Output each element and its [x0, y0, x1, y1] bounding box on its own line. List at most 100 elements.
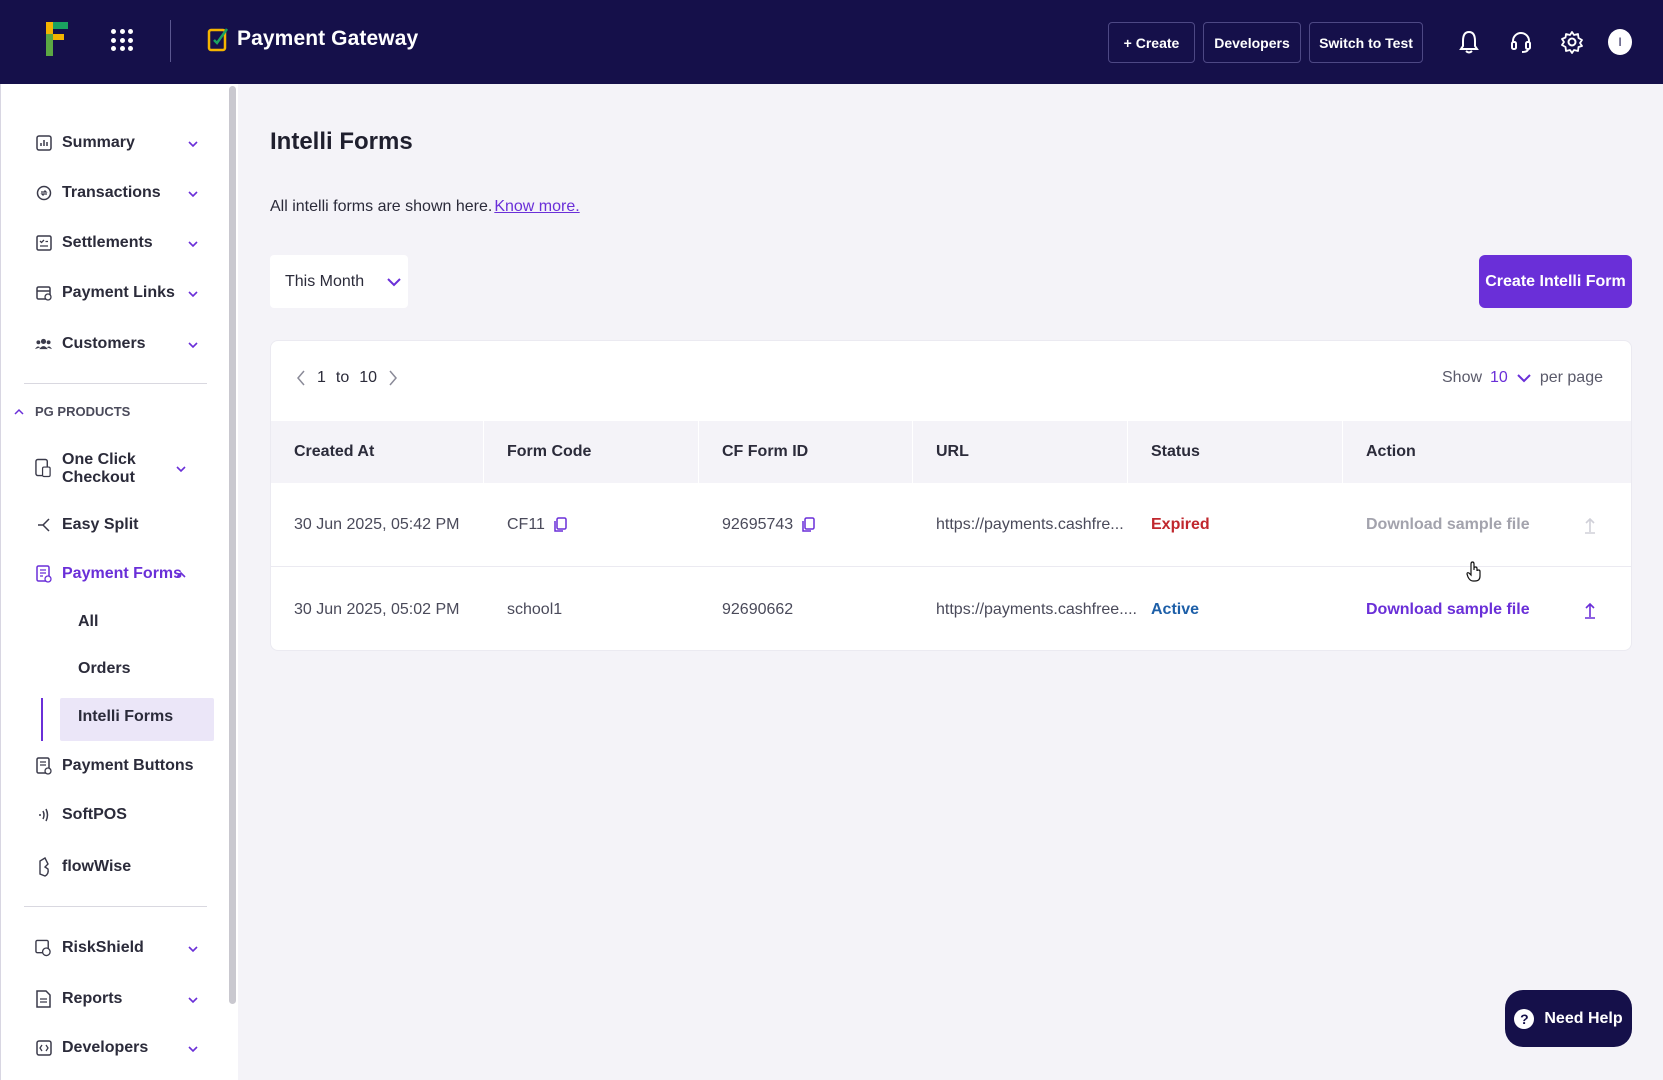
- cf-form-id-value: 92690662: [722, 601, 794, 618]
- chevron-down-icon: [1517, 374, 1531, 383]
- chevron-down-icon[interactable]: [186, 338, 200, 352]
- column-header-created-at: Created At: [271, 421, 484, 483]
- per-page-selector[interactable]: Show 10 per page: [1442, 369, 1603, 387]
- sidebar-divider: [24, 383, 207, 384]
- sidebar-item-payment-buttons[interactable]: Payment Buttons: [35, 757, 194, 775]
- sidebar-item-label: flowWise: [62, 858, 132, 875]
- subtitle-text: All intelli forms are shown here.: [270, 198, 493, 215]
- date-filter-dropdown[interactable]: This Month: [270, 255, 408, 308]
- upload-icon[interactable]: [1584, 601, 1596, 619]
- download-sample-link[interactable]: Download sample file: [1366, 516, 1584, 534]
- sidebar-item-developers[interactable]: Developers: [35, 1039, 148, 1057]
- status-badge: Expired: [1151, 515, 1210, 533]
- per-page-value: 10: [1490, 369, 1508, 386]
- chevron-up-icon[interactable]: [174, 568, 188, 582]
- developers-button[interactable]: Developers: [1203, 22, 1301, 63]
- chevron-down-icon[interactable]: [186, 1042, 200, 1056]
- pagination: 1 to 10: [295, 369, 399, 387]
- sidebar-item-label: RiskShield: [62, 939, 144, 956]
- sidebar-item-flowwise[interactable]: flowWise: [35, 857, 132, 877]
- divider: [170, 20, 171, 62]
- copy-icon[interactable]: [553, 516, 567, 533]
- column-header-status: Status: [1128, 421, 1343, 483]
- pager-to-word: to: [335, 369, 350, 386]
- chevron-down-icon[interactable]: [186, 993, 200, 1007]
- sidebar-item-softpos[interactable]: SoftPOS: [35, 806, 127, 824]
- sidebar-item-riskshield[interactable]: RiskShield: [35, 939, 144, 957]
- cell-created-at: 30 Jun 2025, 05:42 PM: [294, 515, 460, 533]
- avatar[interactable]: I: [1608, 29, 1632, 55]
- need-help-label: Need Help: [1544, 1009, 1623, 1027]
- sidebar-item-label: Payment Buttons: [62, 757, 194, 774]
- page-subtitle: All intelli forms are shown here. Know mo…: [270, 198, 580, 216]
- table-header: Created At Form Code CF Form ID URL Stat…: [271, 421, 1631, 483]
- need-help-button[interactable]: ? Need Help: [1505, 990, 1632, 1047]
- pager-to: 10: [359, 369, 378, 386]
- upload-icon[interactable]: [1584, 516, 1596, 534]
- chevron-down-icon[interactable]: [186, 237, 200, 251]
- gear-icon[interactable]: [1558, 27, 1586, 57]
- mouse-cursor-icon: [1466, 561, 1481, 582]
- chevron-down-icon[interactable]: [186, 942, 200, 956]
- transactions-icon: [35, 185, 52, 202]
- create-button[interactable]: + Create: [1108, 22, 1195, 63]
- cell-cf-form-id: 92690662: [699, 601, 913, 619]
- url-value: https://payments.cashfree....: [936, 601, 1137, 618]
- sidebar-item-reports[interactable]: Reports: [35, 990, 122, 1008]
- filter-value: This Month: [285, 272, 365, 290]
- section-pg-products[interactable]: PG PRODUCTS: [13, 404, 130, 419]
- sidebar-scrollbar[interactable]: [229, 86, 236, 1004]
- sidebar-subitem-intelli-forms[interactable]: Intelli Forms: [78, 708, 173, 726]
- customers-icon: [35, 336, 52, 353]
- sidebar-item-transactions[interactable]: Transactions: [35, 184, 161, 202]
- question-icon: ?: [1514, 1008, 1535, 1029]
- copy-icon[interactable]: [801, 516, 815, 533]
- chevron-right-icon[interactable]: [387, 369, 399, 387]
- chevron-down-icon[interactable]: [174, 462, 188, 476]
- sidebar-item-label: Summary: [62, 134, 135, 151]
- sidebar-item-label: Developers: [62, 1039, 149, 1056]
- sidebar-item-label: Easy Split: [62, 516, 139, 533]
- cell-action: Download sample file: [1343, 516, 1631, 534]
- sidebar-subitem-orders[interactable]: Orders: [78, 660, 130, 678]
- app-switcher[interactable]: Payment Gateway: [207, 26, 418, 52]
- column-header-url: URL: [913, 421, 1128, 483]
- bell-icon[interactable]: [1455, 27, 1483, 57]
- checkout-icon: [35, 458, 52, 477]
- chevron-down-icon[interactable]: [186, 137, 200, 151]
- cell-url: https://payments.cashfre...: [913, 516, 1128, 534]
- chevron-left-icon[interactable]: [295, 369, 307, 387]
- sidebar-item-payment-links[interactable]: Payment Links: [35, 284, 175, 302]
- sidebar-item-settlements[interactable]: Settlements: [35, 234, 153, 252]
- active-indicator: [41, 698, 43, 741]
- column-header-action: Action: [1366, 443, 1416, 460]
- form-code-value: school1: [507, 601, 563, 618]
- sidebar-item-customers[interactable]: Customers: [35, 335, 146, 353]
- sidebar-item-payment-forms[interactable]: Payment Forms: [35, 565, 182, 583]
- switch-to-test-button[interactable]: Switch to Test: [1309, 22, 1423, 63]
- sidebar-item-easy-split[interactable]: Easy Split: [35, 516, 138, 534]
- payment-forms-icon: [35, 565, 52, 583]
- headset-icon[interactable]: [1507, 27, 1535, 57]
- sidebar-item-summary[interactable]: Summary: [35, 134, 135, 152]
- payment-gateway-icon: [207, 28, 229, 52]
- sidebar-item-label: SoftPOS: [62, 806, 127, 823]
- forms-table: 1 to 10 Show 10 per page Created At Form…: [270, 340, 1632, 651]
- cell-form-code: CF11: [484, 516, 699, 534]
- apps-grid-icon[interactable]: [111, 29, 133, 51]
- create-intelli-form-button[interactable]: Create Intelli Form: [1479, 255, 1632, 308]
- per-page-suffix: per page: [1539, 369, 1603, 386]
- code-icon: [35, 1040, 52, 1057]
- know-more-link[interactable]: Know more.: [494, 198, 579, 215]
- payment-links-icon: [35, 285, 52, 302]
- download-sample-link[interactable]: Download sample file: [1366, 601, 1584, 619]
- chevron-down-icon[interactable]: [186, 287, 200, 301]
- chevron-down-icon[interactable]: [186, 187, 200, 201]
- settlements-icon: [35, 235, 52, 252]
- cell-url: https://payments.cashfree....: [913, 601, 1137, 619]
- cashfree-logo-icon[interactable]: [40, 20, 70, 58]
- payment-buttons-icon: [35, 757, 52, 775]
- status-badge: Active: [1151, 601, 1200, 618]
- sidebar-item-one-click-checkout[interactable]: One Click Checkout: [35, 451, 162, 487]
- sidebar-subitem-all[interactable]: All: [78, 613, 98, 631]
